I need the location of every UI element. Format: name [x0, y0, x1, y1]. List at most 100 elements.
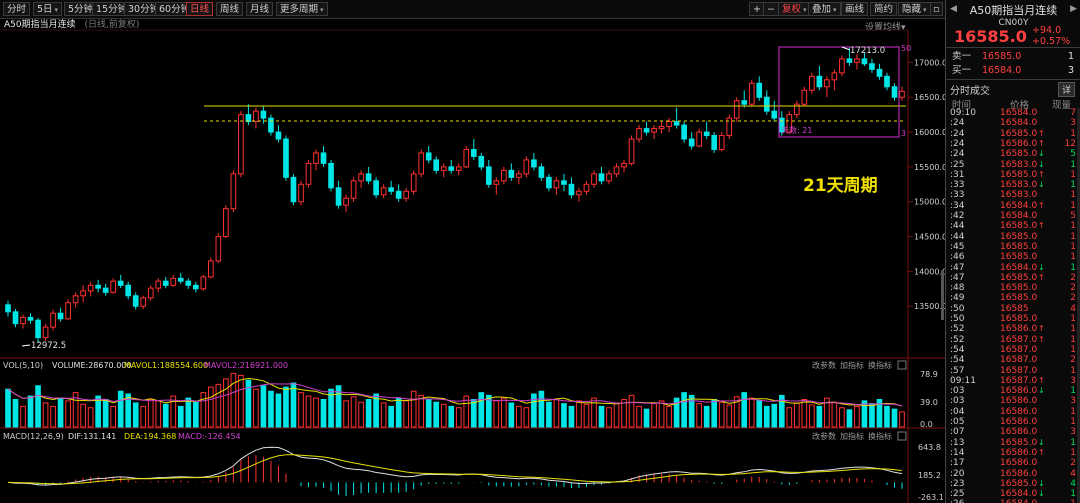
cycle-box — [778, 46, 900, 138]
candle-body — [666, 121, 672, 127]
volume-bar — [35, 385, 41, 428]
tick-volume: 5 — [1070, 211, 1076, 221]
price-tick-label: 16000.0 — [914, 128, 945, 137]
tick-time: :54 — [950, 355, 965, 366]
macd-add-indicator-button[interactable]: 加指标 — [840, 431, 864, 441]
period-more-dropdown[interactable]: 更多周期 ▾ — [276, 2, 328, 16]
volume-bar — [12, 399, 19, 428]
tick-list[interactable]: 09:10 16584.0 7:24 16584.0 3:24 16585.0 ↑ 1:24 1… — [948, 108, 1078, 503]
volume-bar — [501, 397, 507, 428]
tick-price: 16586.0 — [1000, 427, 1038, 438]
tick-price: 16584.0 — [1000, 118, 1038, 129]
change-pct: +0.57% — [1032, 36, 1071, 47]
period-tab-intraday[interactable]: 分时 — [3, 2, 31, 16]
candle-body — [440, 166, 447, 171]
tick-row: :05 16586.0 1 — [950, 417, 1078, 427]
macd-switch-indicator-button[interactable]: 换指标 — [868, 431, 892, 441]
dif-line — [7, 446, 903, 486]
tick-row: :49 16585.0 2 — [950, 293, 1078, 303]
candle-body — [268, 117, 274, 133]
tick-row: :46 16585.0 1 — [950, 252, 1078, 262]
volume-bar — [628, 394, 635, 428]
vol-add-indicator-button[interactable]: 加指标 — [840, 360, 864, 370]
vol-switch-indicator-button[interactable]: 换指标 — [868, 360, 892, 370]
draw-line-button[interactable]: 画线 — [841, 2, 869, 16]
tick-time: :04 — [950, 406, 965, 417]
dif-value: DIF:131.141 — [68, 432, 116, 441]
tick-volume: 12 — [1064, 138, 1076, 149]
macd-title: MACD(12,26,9) — [3, 432, 64, 441]
tick-volume: 2 — [1070, 458, 1076, 469]
macd-close-icon[interactable] — [897, 431, 907, 441]
candle-body — [12, 311, 19, 325]
tick-price: 16584.0 — [1000, 211, 1038, 221]
simple-mode-button[interactable]: 简约 — [870, 2, 898, 16]
tick-volume: 4 — [1070, 303, 1076, 314]
tick-time: :17 — [950, 458, 965, 469]
overlay-dropdown[interactable]: 叠加 ▾ — [808, 2, 841, 16]
tick-price: 16585 — [1000, 303, 1029, 314]
volume-bar — [365, 399, 372, 428]
tick-price: 16587.0 — [1000, 344, 1038, 355]
tick-direction-icon: ↓ — [1038, 489, 1045, 499]
adjust-dropdown[interactable]: 复权 ▾ — [778, 2, 811, 16]
vol-change-params-button[interactable]: 改参数 — [812, 360, 836, 370]
vol-close-icon[interactable] — [897, 360, 907, 370]
zoom-out-button[interactable]: − — [763, 2, 779, 16]
prev-instrument-icon[interactable]: ◀ — [950, 4, 957, 14]
volume-bar — [275, 393, 282, 428]
tick-row: :50 16585.0 1 — [950, 314, 1078, 324]
tick-time: :24 — [950, 118, 965, 129]
candle-body — [613, 166, 620, 175]
detail-button[interactable]: 详 — [1057, 82, 1075, 97]
chart-scrollbar[interactable] — [941, 270, 944, 320]
mavol2-value: MAVOL2:216921.000 — [204, 361, 288, 370]
sidebar-title: A50期指当月连续 — [969, 4, 1058, 17]
tick-volume: 1 — [1070, 200, 1076, 211]
kline-chart[interactable]: 17000.0 16500.0 16000.0 15500.0 15000.0 14500… — [0, 18, 945, 503]
volume-bar — [470, 399, 477, 428]
candle-body — [531, 159, 537, 168]
candle-body — [516, 173, 522, 178]
candle-body — [425, 152, 432, 161]
macd-change-params-button[interactable]: 改参数 — [812, 431, 836, 441]
window-restore-icon[interactable]: ▫ — [930, 2, 943, 16]
volume-bar — [283, 386, 289, 428]
period-tab-daily[interactable]: 日线 — [186, 2, 214, 16]
volume-bar — [192, 401, 199, 428]
cycle-annotation: 21天周期 — [803, 176, 878, 196]
candle-body — [132, 295, 139, 307]
volume-bar — [839, 407, 845, 428]
volume-bar — [493, 400, 500, 428]
volume-bar — [208, 386, 214, 428]
volume-bar — [643, 408, 650, 428]
period-tab-monthly[interactable]: 月线 — [246, 2, 274, 16]
tick-row: :50 16585 4 — [950, 304, 1078, 314]
ask-price: 16585.0 — [982, 51, 1022, 62]
next-instrument-icon[interactable]: ▶ — [1070, 4, 1077, 14]
tick-price: 16585.0 — [1000, 293, 1038, 304]
tick-time: :24 — [950, 149, 965, 160]
tick-time: :23 — [950, 478, 965, 489]
period-tab-weekly[interactable]: 周线 — [216, 2, 244, 16]
chevron-down-icon: ▾ — [54, 6, 59, 14]
hide-dropdown[interactable]: 隐藏 ▾ — [898, 2, 931, 16]
tick-volume: 1 — [1070, 190, 1076, 201]
candle-body — [253, 110, 259, 123]
volume-bar — [260, 385, 267, 428]
mavol1-value: MAVOL1:188554.600 — [124, 361, 208, 370]
candle-body — [50, 312, 56, 328]
period-toolbar: 分时 5日 ▾ 5分钟 15分钟 30分钟 60分钟 日线 周线 月线 更多周期 ▾… — [0, 0, 945, 19]
tick-direction-icon: ↑ — [1038, 169, 1045, 179]
tick-volume: 1 — [1070, 252, 1076, 263]
volume-bar — [50, 405, 56, 428]
tick-price: 16585.0 — [1000, 241, 1038, 252]
tick-row: :42 16584.0 5 — [950, 211, 1078, 221]
volume-bar — [756, 400, 763, 428]
candle-body — [87, 284, 94, 292]
period-tab-5day[interactable]: 5日 ▾ — [33, 2, 63, 16]
candle-body — [388, 187, 394, 192]
candle-body — [358, 173, 364, 182]
candle-body — [561, 180, 567, 185]
candle-body — [636, 128, 642, 140]
